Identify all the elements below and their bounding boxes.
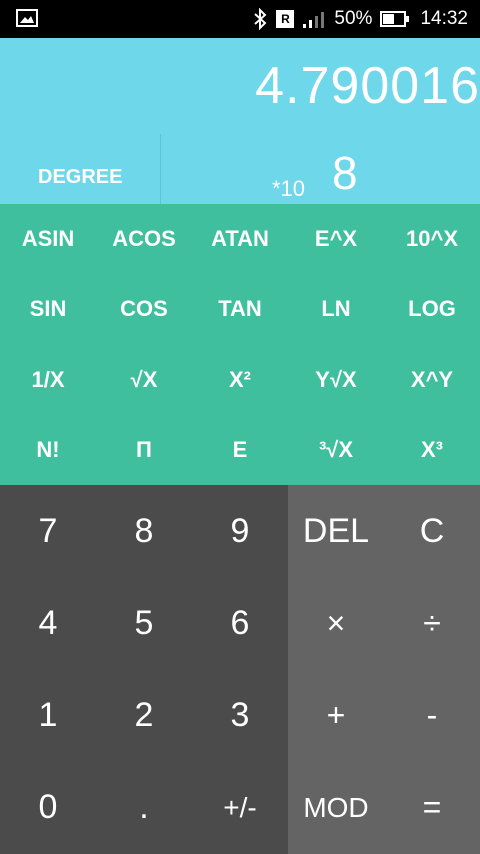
display-divider (160, 134, 161, 204)
decimal-button[interactable]: . (96, 762, 192, 854)
pi-button[interactable]: Π (96, 415, 192, 485)
result-value: 4.790016 (255, 57, 480, 115)
digit-6-button[interactable]: 6 (192, 577, 288, 669)
digit-1-button[interactable]: 1 (0, 670, 96, 762)
square-button[interactable]: X² (192, 345, 288, 415)
digit-0-button[interactable]: 0 (0, 762, 96, 854)
tan-button[interactable]: TAN (192, 274, 288, 344)
cos-button[interactable]: COS (96, 274, 192, 344)
digit-4-button[interactable]: 4 (0, 577, 96, 669)
euler-button[interactable]: E (192, 415, 288, 485)
reciprocal-button[interactable]: 1/X (0, 345, 96, 415)
clock: 14:32 (420, 8, 468, 29)
delete-button[interactable]: DEL (288, 485, 384, 577)
negate-button[interactable]: +/- (192, 762, 288, 854)
acos-button[interactable]: ACOS (96, 204, 192, 274)
equals-button[interactable]: = (384, 762, 480, 854)
calculator-display: 4.790016 DEGREE *10 8 (0, 38, 480, 204)
mod-button[interactable]: MOD (288, 762, 384, 854)
digit-2-button[interactable]: 2 (96, 670, 192, 762)
yroot-button[interactable]: Y√X (288, 345, 384, 415)
image-notification-icon (16, 9, 38, 27)
sin-button[interactable]: SIN (0, 274, 96, 344)
cube-button[interactable]: X³ (384, 415, 480, 485)
digit-9-button[interactable]: 9 (192, 485, 288, 577)
power-button[interactable]: X^Y (384, 345, 480, 415)
clear-button[interactable]: C (384, 485, 480, 577)
signal-icon (303, 12, 325, 28)
pow10-button[interactable]: 10^X (384, 204, 480, 274)
digit-7-button[interactable]: 7 (0, 485, 96, 577)
log-button[interactable]: LOG (384, 274, 480, 344)
divide-button[interactable]: ÷ (384, 577, 480, 669)
scientific-keypad: ASIN ACOS ATAN E^X 10^X SIN COS TAN LN L… (0, 204, 480, 485)
roaming-icon: R (276, 10, 295, 28)
exp-button[interactable]: E^X (288, 204, 384, 274)
battery-icon (380, 11, 410, 27)
operator-keypad: DEL C × ÷ + - MOD = (288, 485, 480, 854)
asin-button[interactable]: ASIN (0, 204, 96, 274)
factorial-button[interactable]: N! (0, 415, 96, 485)
cbrt-button[interactable]: ³√X (288, 415, 384, 485)
add-button[interactable]: + (288, 670, 384, 762)
multiply-button[interactable]: × (288, 577, 384, 669)
exponent-base: *10 (272, 176, 306, 201)
digit-8-button[interactable]: 8 (96, 485, 192, 577)
status-bar: R 50% 14:32 (0, 0, 480, 38)
status-icons: R 50% 14:32 (252, 0, 468, 38)
battery-percent: 50% (334, 8, 373, 29)
subtract-button[interactable]: - (384, 670, 480, 762)
number-keypad: 7 8 9 4 5 6 1 2 3 0 . +/- (0, 485, 288, 854)
digit-5-button[interactable]: 5 (96, 577, 192, 669)
exponent-value: 8 (332, 147, 358, 199)
digit-3-button[interactable]: 3 (192, 670, 288, 762)
bluetooth-icon (254, 8, 267, 30)
angle-mode-toggle[interactable]: DEGREE (38, 166, 122, 189)
atan-button[interactable]: ATAN (192, 204, 288, 274)
sqrt-button[interactable]: √X (96, 345, 192, 415)
ln-button[interactable]: LN (288, 274, 384, 344)
